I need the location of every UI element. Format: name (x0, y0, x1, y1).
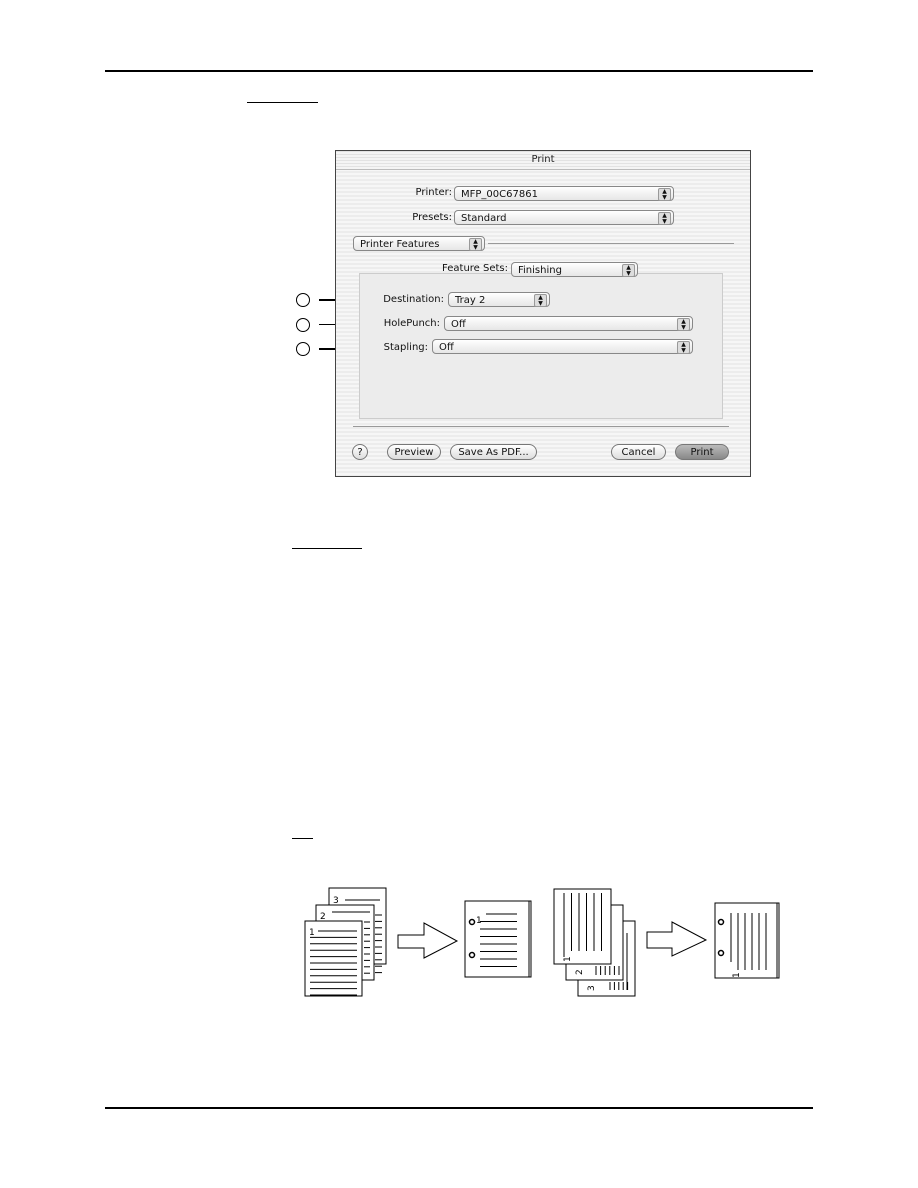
sheet-number: 2 (575, 969, 585, 975)
sheet-number: 1 (732, 972, 742, 978)
sheet-number: 3 (333, 896, 339, 906)
sheet-number: 1 (563, 956, 573, 962)
arrow-right-icon (646, 921, 708, 957)
punched-sheet (714, 902, 780, 979)
sheet-stack-portrait (304, 887, 387, 997)
sheet-number: 3 (587, 985, 597, 991)
punched-sheet (464, 900, 532, 978)
arrow-right-icon (397, 922, 459, 959)
sheet-number: 1 (309, 928, 315, 938)
sheet-number: 2 (320, 912, 326, 922)
hole-punch-illustration: 3 2 1 1 1 2 3 1 (304, 887, 780, 997)
